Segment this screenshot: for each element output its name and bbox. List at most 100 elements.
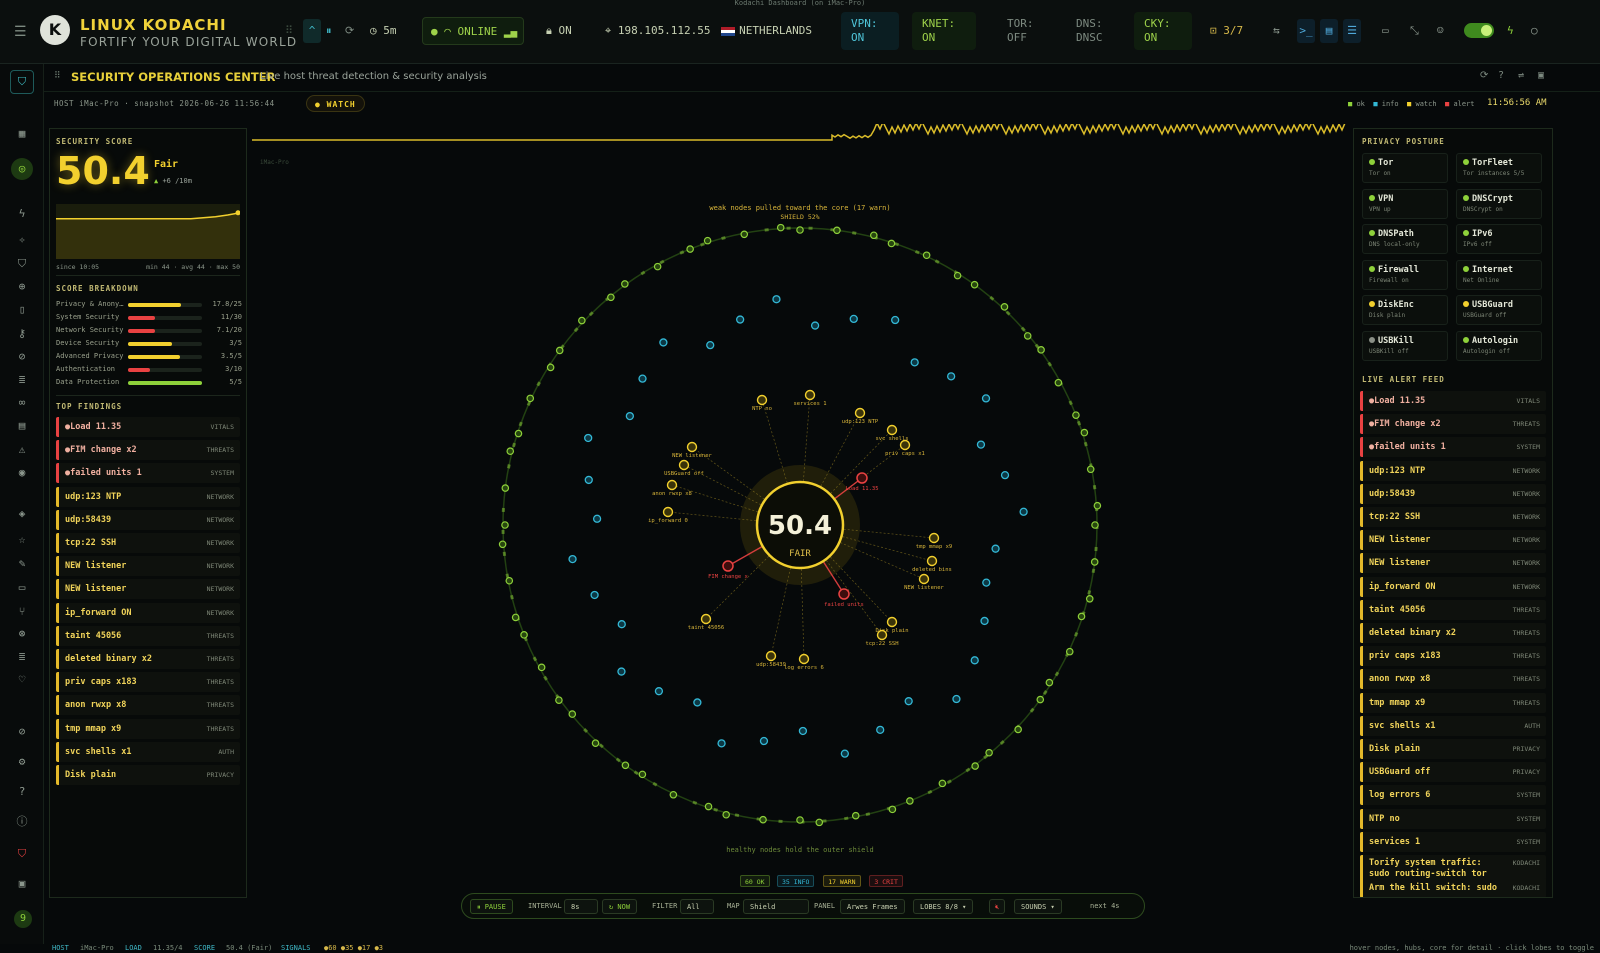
alert-item[interactable]: ip_forward ON NETWORK: [1360, 576, 1546, 597]
device-icon[interactable]: ▯: [14, 302, 30, 318]
map-select[interactable]: Shield: [743, 899, 809, 914]
document-icon[interactable]: ▤: [1320, 19, 1338, 43]
power-toggle[interactable]: [1464, 23, 1494, 38]
info-icon[interactable]: ⓘ: [14, 814, 30, 830]
finding-item[interactable]: Disk plain PRIVACY: [56, 765, 240, 785]
finding-item[interactable]: priv caps x183 THREATS: [56, 672, 240, 693]
now-button[interactable]: ↻ NOW: [602, 899, 638, 914]
bolt-nav-icon[interactable]: ϟ: [14, 206, 30, 222]
alert-item[interactable]: Arm the kill switch: sudo KODACHI: [1360, 878, 1546, 897]
warning-icon[interactable]: ⚠: [14, 442, 30, 458]
vpn-status[interactable]: VPN: ON: [841, 12, 899, 50]
finding-item[interactable]: udp:123 NTP NETWORK: [56, 486, 240, 507]
finding-item[interactable]: tmp mmap x9 THREATS: [56, 718, 240, 739]
alert-item[interactable]: Disk plain PRIVACY: [1360, 739, 1546, 759]
interval-select[interactable]: 8s: [564, 899, 598, 914]
storage-icon[interactable]: ≣: [14, 649, 30, 665]
link-icon[interactable]: ∞: [14, 395, 30, 411]
bolt-icon[interactable]: ϟ: [1507, 19, 1514, 43]
scan-icon[interactable]: ⊛: [14, 626, 30, 642]
circle-icon[interactable]: ○: [1531, 19, 1538, 43]
help-icon[interactable]: ?: [14, 784, 30, 800]
posture-card[interactable]: Autologin Autologin off: [1456, 330, 1542, 361]
posture-card[interactable]: DNSCrypt DNSCrypt on: [1456, 188, 1542, 219]
fingerprint-icon[interactable]: ◉: [14, 465, 30, 481]
posture-card[interactable]: Internet Net Online: [1456, 259, 1542, 290]
posture-card[interactable]: USBGuard USBGuard off: [1456, 295, 1542, 325]
terminal-icon[interactable]: >_: [1297, 19, 1315, 43]
alert-item[interactable]: udp:58439 NETWORK: [1360, 483, 1546, 504]
key-icon[interactable]: ⚷: [14, 326, 30, 342]
drag-handle-icon[interactable]: ⠿: [285, 19, 293, 43]
fullscreen-icon[interactable]: ▣: [1538, 70, 1544, 81]
drag-handle-icon[interactable]: ⠿: [54, 71, 61, 81]
posture-card[interactable]: USBKill USBKill off: [1362, 330, 1448, 361]
window-icon[interactable]: ▭: [1382, 19, 1389, 43]
online-status[interactable]: ● ◠ ONLINE ▂▄: [422, 17, 524, 45]
notification-badge[interactable]: 9: [14, 910, 32, 928]
finding-item[interactable]: tcp:22 SSH NETWORK: [56, 533, 240, 553]
alert-item[interactable]: anon rwxp x8 THREATS: [1360, 669, 1546, 690]
posture-card[interactable]: DNSPath DNS local-only: [1362, 224, 1448, 254]
interval-display[interactable]: ◷ 5m: [370, 19, 397, 43]
alert-item[interactable]: USBGuard off PRIVACY: [1360, 762, 1546, 783]
alert-item[interactable]: services 1 SYSTEM: [1360, 831, 1546, 852]
star-icon[interactable]: ☆: [14, 532, 30, 548]
panel-select[interactable]: Arwes Frames: [840, 899, 905, 914]
shield-icon[interactable]: ⛉: [10, 70, 34, 94]
alert-item[interactable]: priv caps x183 THREATS: [1360, 646, 1546, 667]
finding-item[interactable]: ●failed units 1 SYSTEM: [56, 463, 240, 484]
finding-item[interactable]: svc shells x1 AUTH: [56, 741, 240, 762]
finding-item[interactable]: NEW listener NETWORK: [56, 579, 240, 600]
shrink-icon[interactable]: ⤡: [1410, 19, 1419, 43]
dns-status[interactable]: DNS: DNSC: [1066, 12, 1126, 50]
finding-item[interactable]: ip_forward ON NETWORK: [56, 602, 240, 623]
globe-icon[interactable]: ⊕: [14, 279, 30, 295]
alert-item[interactable]: ●FIM change x2 THREATS: [1360, 414, 1546, 435]
compass-icon[interactable]: ⊘: [14, 724, 30, 740]
dashboard-grid-icon[interactable]: ▦: [14, 126, 30, 142]
alert-item[interactable]: ●failed units 1 SYSTEM: [1360, 437, 1546, 458]
lock-count[interactable]: ⊡ 3/7: [1210, 19, 1243, 43]
reload-icon[interactable]: ⟳: [1480, 70, 1488, 81]
bot-icon[interactable]: ☺: [1437, 19, 1444, 43]
database-icon[interactable]: ≣: [14, 372, 30, 388]
lobes-select[interactable]: LOBES 8/8 ▾: [913, 899, 974, 914]
mute-icon[interactable]: 🔇︎: [989, 899, 1006, 914]
pause-icon[interactable]: ⏸: [326, 19, 332, 43]
alert-item[interactable]: ●Load 11.35 VITALS: [1360, 391, 1546, 411]
finding-item[interactable]: ●Load 11.35 VITALS: [56, 417, 240, 437]
finding-item[interactable]: NEW listener NETWORK: [56, 556, 240, 577]
checklist-icon[interactable]: ☰: [1343, 19, 1361, 43]
finding-item[interactable]: udp:58439 NETWORK: [56, 509, 240, 530]
filter-select[interactable]: All: [680, 899, 714, 914]
finding-item[interactable]: deleted binary x2 THREATS: [56, 649, 240, 669]
sounds-select[interactable]: SOUNDS ▾: [1014, 899, 1062, 914]
alert-item[interactable]: log errors 6 SYSTEM: [1360, 785, 1546, 806]
alert-item[interactable]: NEW listener NETWORK: [1360, 553, 1546, 574]
heart-icon[interactable]: ♡: [14, 672, 30, 688]
lock-status[interactable]: 🔒︎ ON: [546, 19, 572, 43]
posture-card[interactable]: Tor Tor on: [1362, 153, 1448, 183]
finding-item[interactable]: taint 45056 THREATS: [56, 625, 240, 646]
threat-shield-map[interactable]: iMac-Pro weak nodes pulled toward the cor…: [252, 124, 1348, 884]
cky-status[interactable]: CKY: ON: [1134, 12, 1192, 50]
posture-card[interactable]: TorFleet Tor instances 5/5: [1456, 153, 1542, 183]
alert-item[interactable]: svc shells x1 AUTH: [1360, 715, 1546, 736]
knet-status[interactable]: KNET: ON: [912, 12, 976, 50]
panel-icon[interactable]: ▣: [14, 876, 30, 892]
swap-icon[interactable]: ⇆: [1273, 19, 1280, 43]
menu-icon[interactable]: ☰: [14, 24, 27, 40]
finding-item[interactable]: anon rwxp x8 THREATS: [56, 695, 240, 716]
wrench-icon[interactable]: ✎: [14, 556, 30, 572]
settings-gear-icon[interactable]: ⚙: [14, 754, 30, 770]
posture-card[interactable]: Firewall Firewall on: [1362, 259, 1448, 290]
posture-card[interactable]: VPN VPN up: [1362, 188, 1448, 219]
refresh-icon[interactable]: ⟳: [345, 19, 354, 43]
clipboard-icon[interactable]: ▤: [14, 418, 30, 434]
shield-nav-icon[interactable]: ⛉: [14, 256, 30, 272]
layers-icon[interactable]: ◈: [14, 506, 30, 522]
tor-status[interactable]: TOR: OFF: [997, 12, 1057, 50]
alert-item[interactable]: udp:123 NTP NETWORK: [1360, 460, 1546, 481]
branch-icon[interactable]: ⑂: [14, 604, 30, 620]
